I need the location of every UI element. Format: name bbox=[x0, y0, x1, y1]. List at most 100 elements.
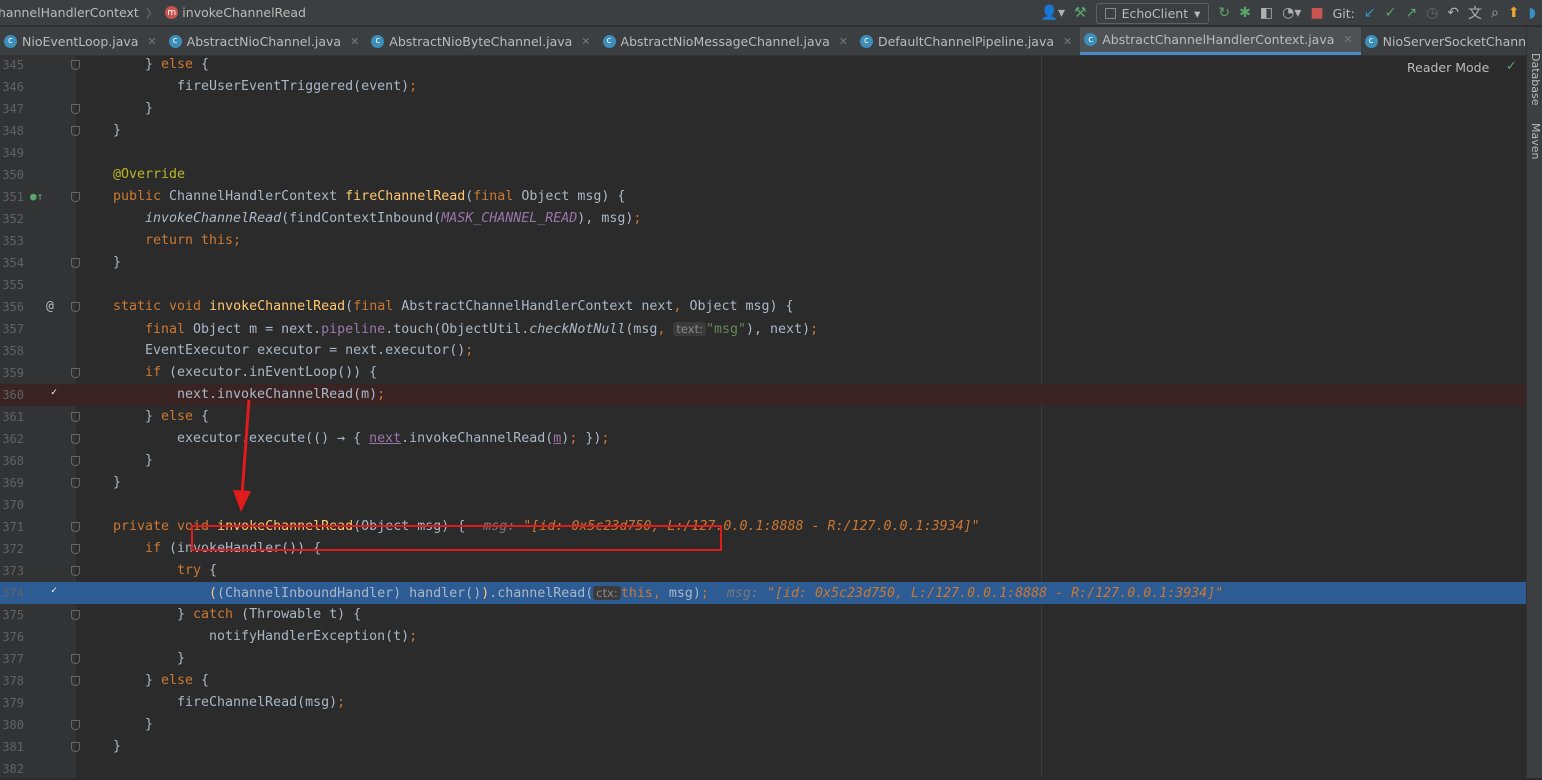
fold-marker-icon[interactable] bbox=[71, 742, 80, 752]
line-number[interactable]: 379 bbox=[0, 692, 24, 714]
fold-marker-icon[interactable] bbox=[71, 456, 80, 466]
rollback-icon[interactable]: ↶ bbox=[1447, 5, 1459, 21]
code-line[interactable]: 375} catch (Throwable t) { bbox=[0, 604, 1526, 626]
search-icon[interactable]: ⌕ bbox=[1491, 5, 1499, 21]
tab-abstractniomessagechannel[interactable]: c AbstractNioMessageChannel.java ✕ bbox=[599, 27, 856, 55]
code-line[interactable]: 352 invokeChannelRead(findContextInbound(… bbox=[0, 208, 1526, 230]
database-tool-button[interactable]: Database bbox=[1529, 53, 1542, 106]
line-number[interactable]: 347 bbox=[0, 98, 24, 120]
line-number[interactable]: 373 bbox=[0, 560, 24, 582]
fold-marker-icon[interactable] bbox=[71, 434, 80, 444]
line-number[interactable]: 352 bbox=[0, 208, 24, 230]
code-line[interactable]: 345} else { bbox=[0, 54, 1526, 76]
git-push-icon[interactable]: ↗ bbox=[1405, 5, 1417, 21]
rerun-icon[interactable]: ↻ bbox=[1218, 5, 1230, 21]
code-line[interactable]: 361} else { bbox=[0, 406, 1526, 428]
code-editor[interactable]: 345} else {346 fireUserEventTriggered(eve… bbox=[0, 56, 1526, 778]
stop-icon[interactable]: ■ bbox=[1310, 5, 1323, 21]
line-number[interactable]: 370 bbox=[0, 494, 24, 516]
code-line[interactable]: 382 bbox=[0, 758, 1526, 780]
line-number[interactable]: 376 bbox=[0, 626, 24, 648]
line-number[interactable]: 377 bbox=[0, 648, 24, 670]
line-number[interactable]: 360 bbox=[0, 384, 24, 406]
line-number[interactable]: 371 bbox=[0, 516, 24, 538]
code-line[interactable]: 381} bbox=[0, 736, 1526, 758]
breadcrumb-class[interactable]: hannelHandlerContext bbox=[0, 5, 139, 20]
line-number[interactable]: 375 bbox=[0, 604, 24, 626]
close-icon[interactable]: ✕ bbox=[1343, 33, 1352, 46]
line-number[interactable]: 369 bbox=[0, 472, 24, 494]
close-icon[interactable]: ✕ bbox=[1063, 35, 1072, 48]
line-number[interactable]: 354 bbox=[0, 252, 24, 274]
line-number[interactable]: 358 bbox=[0, 340, 24, 362]
line-number[interactable]: 381 bbox=[0, 736, 24, 758]
code-line[interactable]: 373 try { bbox=[0, 560, 1526, 582]
code-line[interactable]: 357 final Object m = next.pipeline.touch(… bbox=[0, 318, 1526, 340]
code-line[interactable]: 369} bbox=[0, 472, 1526, 494]
fold-marker-icon[interactable] bbox=[71, 412, 80, 422]
tab-nioserversocketchannel[interactable]: cNioServerSocketChannel.java✕ bbox=[1361, 27, 1542, 55]
code-line[interactable]: 380} bbox=[0, 714, 1526, 736]
git-update-icon[interactable]: ↙ bbox=[1364, 5, 1376, 21]
plugin-icon[interactable]: ◗ bbox=[1529, 5, 1536, 21]
line-number[interactable]: 345 bbox=[0, 54, 24, 76]
reader-mode-button[interactable]: Reader Mode bbox=[1407, 60, 1489, 75]
code-line[interactable]: 360 next.invokeChannelRead(m); bbox=[0, 384, 1526, 406]
code-line[interactable]: 379 fireChannelRead(msg); bbox=[0, 692, 1526, 714]
line-number[interactable]: 368 bbox=[0, 450, 24, 472]
line-number[interactable]: 356 bbox=[0, 296, 24, 318]
fold-marker-icon[interactable] bbox=[71, 522, 80, 532]
line-number[interactable]: 349 bbox=[0, 142, 24, 164]
line-number[interactable]: 353 bbox=[0, 230, 24, 252]
tab-abstractniobytechannel[interactable]: c AbstractNioByteChannel.java ✕ bbox=[367, 27, 598, 55]
fold-marker-icon[interactable] bbox=[71, 720, 80, 730]
code-line[interactable]: 368} bbox=[0, 450, 1526, 472]
user-icon[interactable]: 👤▾ bbox=[1041, 5, 1065, 21]
line-number[interactable]: 357 bbox=[0, 318, 24, 340]
fold-marker-icon[interactable] bbox=[71, 60, 80, 70]
tab-nioeventloop[interactable]: c NioEventLoop.java ✕ bbox=[0, 27, 165, 55]
line-number[interactable]: 380 bbox=[0, 714, 24, 736]
code-line[interactable]: 347} bbox=[0, 98, 1526, 120]
line-number[interactable]: 372 bbox=[0, 538, 24, 560]
close-icon[interactable]: ✕ bbox=[839, 35, 848, 48]
fold-marker-icon[interactable] bbox=[71, 478, 80, 488]
fold-marker-icon[interactable] bbox=[71, 544, 80, 554]
fold-marker-icon[interactable] bbox=[71, 654, 80, 664]
line-number[interactable]: 361 bbox=[0, 406, 24, 428]
fold-marker-icon[interactable] bbox=[71, 258, 80, 268]
close-icon[interactable]: ✕ bbox=[581, 35, 590, 48]
git-commit-icon[interactable]: ✓ bbox=[1385, 5, 1397, 21]
history-icon[interactable]: ◷ bbox=[1426, 5, 1438, 21]
fold-marker-icon[interactable] bbox=[71, 302, 80, 312]
line-number[interactable]: 382 bbox=[0, 758, 24, 780]
update-icon[interactable]: ⬆ bbox=[1508, 5, 1520, 21]
code-line[interactable]: 362 executor.execute(() → { next.invokeCh… bbox=[0, 428, 1526, 450]
fold-marker-icon[interactable] bbox=[71, 610, 80, 620]
code-line[interactable]: 351 ●↑ public ChannelHandlerContext fireCh… bbox=[0, 186, 1526, 208]
line-number[interactable]: 378 bbox=[0, 670, 24, 692]
line-number[interactable]: 374 bbox=[0, 582, 24, 604]
annotation-marker-icon[interactable]: @ bbox=[46, 296, 60, 314]
fold-marker-icon[interactable] bbox=[71, 104, 80, 114]
code-line[interactable]: 376 notifyHandlerException(t); bbox=[0, 626, 1526, 648]
code-line[interactable]: 354} bbox=[0, 252, 1526, 274]
tab-abstractchannelhandlercontext[interactable]: c AbstractChannelHandlerContext.java ✕ bbox=[1080, 27, 1361, 55]
fold-marker-icon[interactable] bbox=[71, 566, 80, 576]
run-config-select[interactable]: EchoClient ▾ bbox=[1095, 2, 1210, 24]
line-number[interactable]: 351 bbox=[0, 186, 24, 208]
line-number[interactable]: 359 bbox=[0, 362, 24, 384]
line-number[interactable]: 348 bbox=[0, 120, 24, 142]
code-line[interactable]: 359 if (executor.inEventLoop()) { bbox=[0, 362, 1526, 384]
line-number[interactable]: 346 bbox=[0, 76, 24, 98]
overrides-method-icon[interactable]: ●↑ bbox=[30, 186, 44, 203]
code-line[interactable]: 348} bbox=[0, 120, 1526, 142]
code-line[interactable]: 356 @ static void invokeChannelRead(final … bbox=[0, 296, 1526, 318]
line-number[interactable]: 362 bbox=[0, 428, 24, 450]
hammer-icon[interactable]: ⚒ bbox=[1074, 5, 1087, 21]
fold-marker-icon[interactable] bbox=[71, 126, 80, 136]
code-line[interactable]: 353 return this; bbox=[0, 230, 1526, 252]
tab-defaultchannelpipeline[interactable]: c DefaultChannelPipeline.java ✕ bbox=[856, 27, 1080, 55]
code-line[interactable]: 370 bbox=[0, 494, 1526, 516]
fold-marker-icon[interactable] bbox=[71, 676, 80, 686]
